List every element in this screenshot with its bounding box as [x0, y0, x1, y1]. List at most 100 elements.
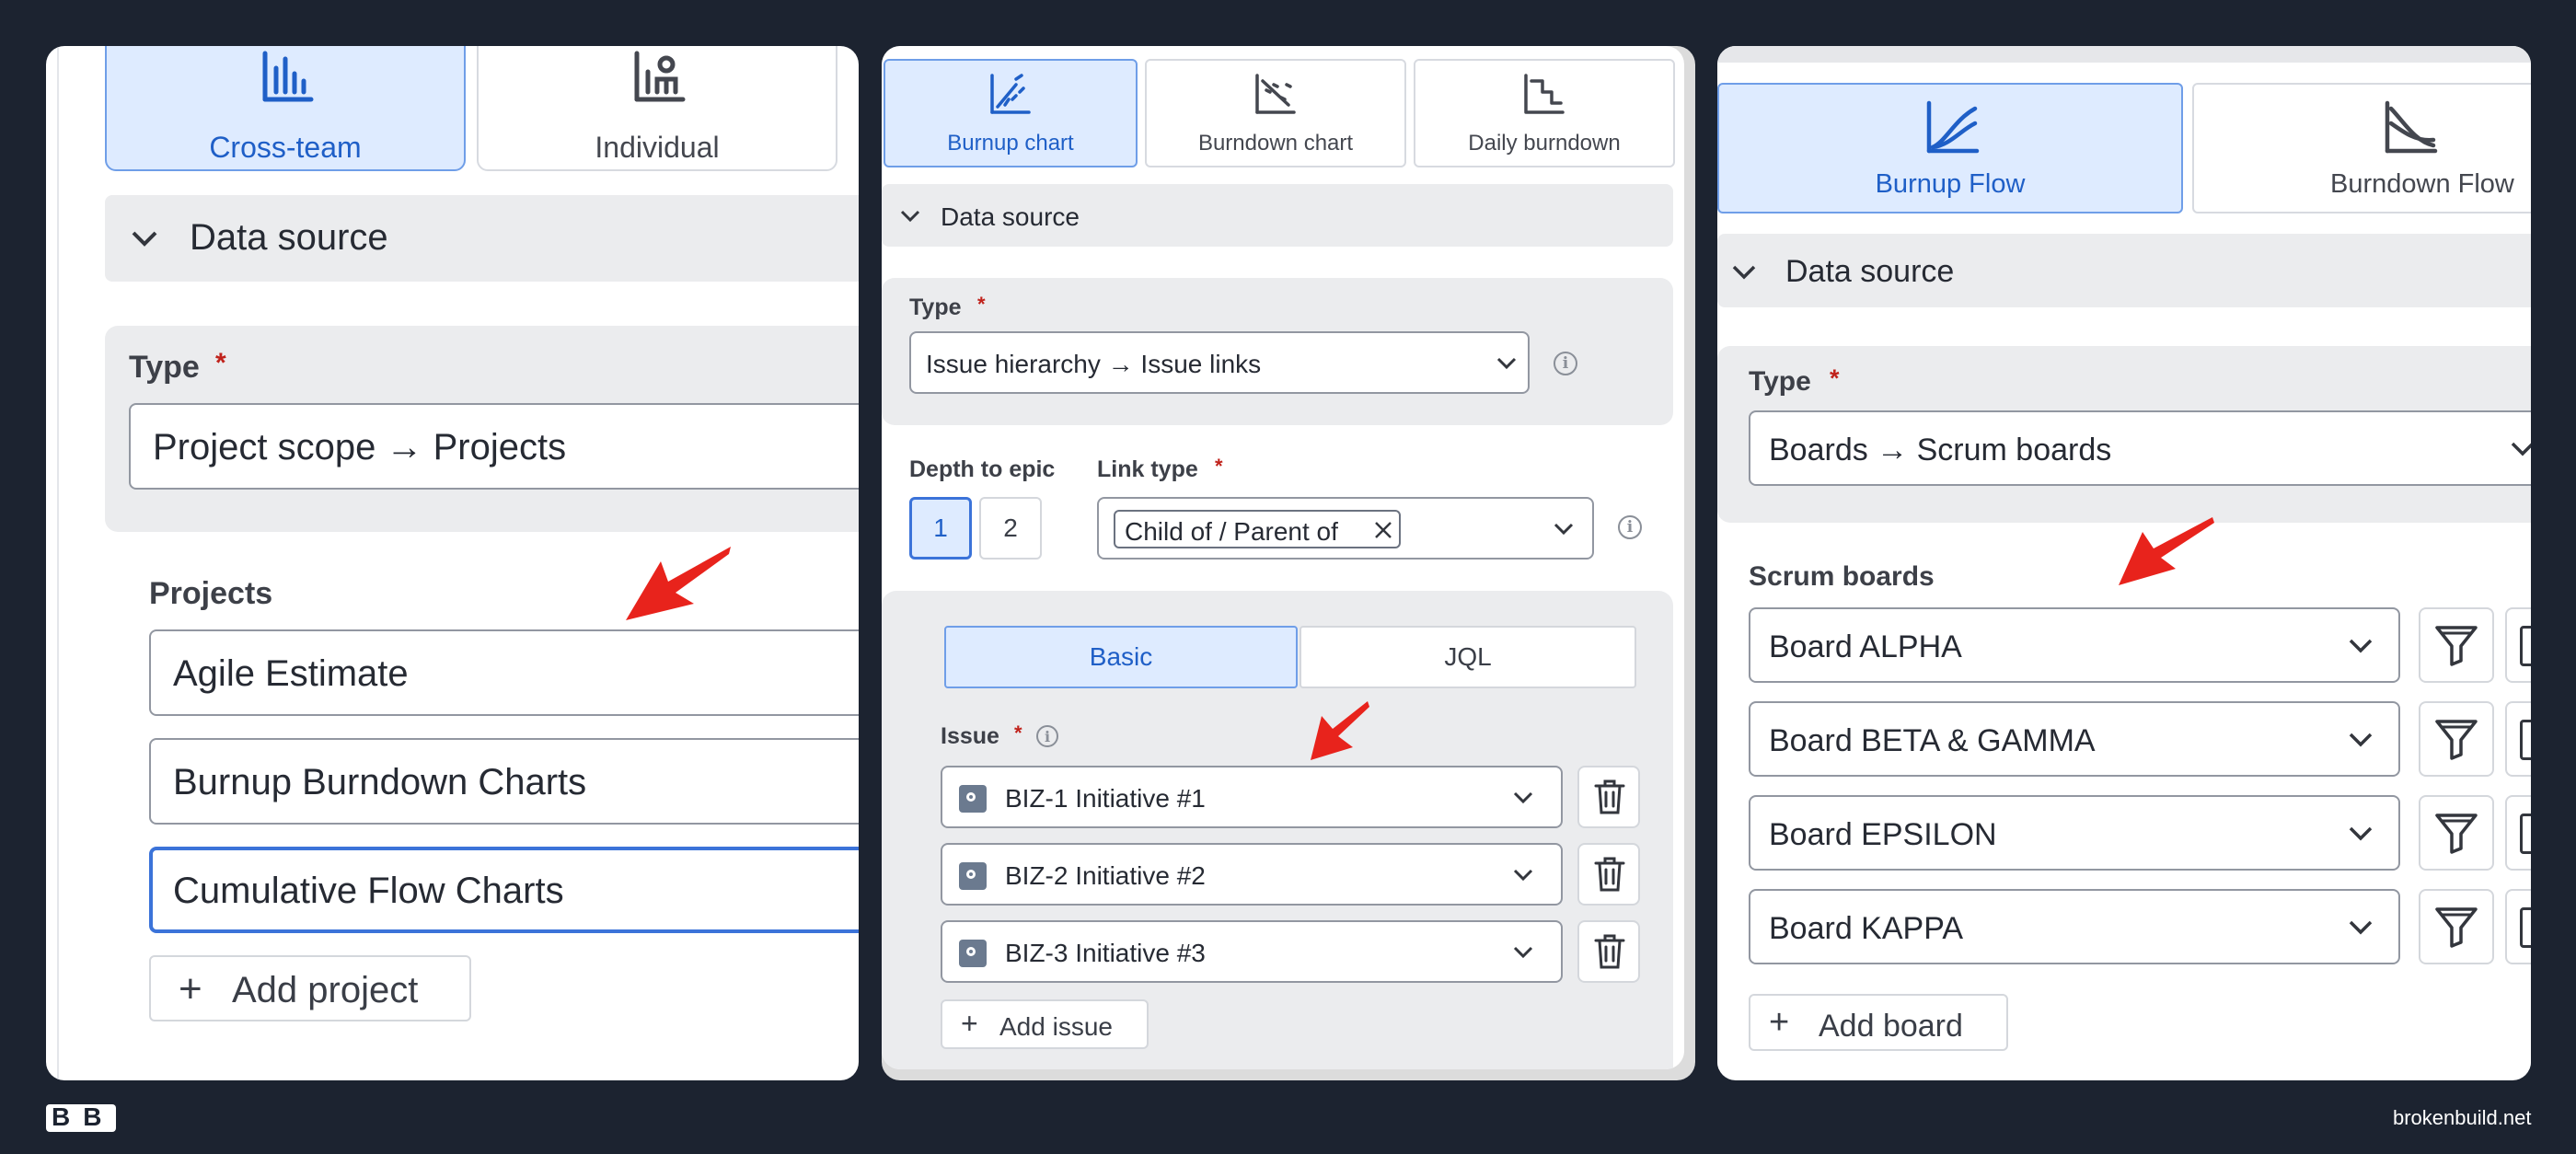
data-source-header[interactable]: Data source	[882, 184, 1673, 247]
more-button[interactable]	[2505, 701, 2531, 777]
burnup-panel: Burnup chart Burndown chart Daily burndo…	[882, 46, 1695, 1080]
type-select[interactable]: Project scope → Projects	[129, 403, 859, 490]
plus-icon: +	[179, 966, 202, 1011]
trash-icon	[1594, 934, 1625, 969]
chevron-down-icon	[1732, 265, 1756, 280]
type-label: Type	[1749, 366, 1811, 397]
tab-daily-burndown[interactable]: Daily burndown	[1414, 59, 1675, 167]
data-source-header[interactable]: Data source	[105, 195, 859, 282]
board-select[interactable]: Board EPSILON	[1749, 795, 2400, 871]
burnup-panel-content: Burnup chart Burndown chart Daily burndo…	[882, 46, 1684, 1069]
issue-select[interactable]: BIZ-2 Initiative #2	[941, 843, 1563, 906]
tab-jql[interactable]: JQL	[1300, 626, 1636, 688]
data-source-header[interactable]: Data source	[1717, 234, 2531, 307]
tab-burnup-flow[interactable]: Burnup Flow	[1717, 83, 2183, 213]
depth-value: 1	[933, 514, 948, 542]
add-issue-label: Add issue	[999, 1012, 1113, 1041]
filter-button[interactable]	[2419, 889, 2494, 964]
board-value: Board BETA & GAMMA	[1769, 723, 2096, 758]
issue-value: BIZ-3 Initiative #3	[1005, 939, 1206, 967]
issue-select[interactable]: BIZ-1 Initiative #1	[941, 766, 1563, 828]
type-box: Type * Issue hierarchy → Issue links i	[882, 278, 1673, 425]
link-type-label: Link type	[1097, 456, 1198, 482]
type-select[interactable]: Boards → Scrum boards	[1749, 410, 2531, 486]
depth-value: 2	[1003, 514, 1018, 542]
type-label: Type	[909, 294, 962, 320]
issue-value: BIZ-1 Initiative #1	[1005, 784, 1206, 813]
left-edge-divider	[57, 46, 59, 1080]
filter-button[interactable]	[2419, 795, 2494, 871]
depth-option-1[interactable]: 1	[909, 497, 972, 560]
project-value: Cumulative Flow Charts	[173, 871, 564, 911]
info-icon[interactable]: i	[1554, 352, 1577, 375]
type-value: Project scope → Projects	[153, 427, 567, 467]
chevron-down-icon	[2349, 920, 2373, 935]
filter-button[interactable]	[2419, 701, 2494, 777]
tab-label: Cross-team	[209, 131, 362, 164]
filter-icon	[2435, 814, 2478, 854]
type-select[interactable]: Issue hierarchy → Issue links	[909, 331, 1530, 394]
more-button[interactable]	[2505, 795, 2531, 871]
link-type-tag: Child of / Parent of	[1114, 510, 1401, 548]
chevron-down-icon	[1513, 946, 1533, 959]
add-board-button[interactable]: + Add board	[1749, 994, 2008, 1051]
type-value: Issue hierarchy → Issue links	[926, 350, 1262, 378]
issue-select[interactable]: BIZ-3 Initiative #3	[941, 920, 1563, 983]
board-select[interactable]: Board ALPHA	[1749, 607, 2400, 683]
site-url[interactable]: brokenbuild.net	[2393, 1106, 2531, 1130]
required-mark: *	[977, 293, 986, 316]
filter-button[interactable]	[2419, 607, 2494, 683]
calendar-icon	[2520, 626, 2531, 666]
add-board-label: Add board	[1819, 1009, 1963, 1044]
flow-panel: Burnup Flow Burndown Flow Data source Ty…	[1717, 46, 2531, 1080]
chevron-down-icon	[2349, 826, 2373, 841]
tab-label: Burndown Flow	[2330, 169, 2514, 199]
trash-icon	[1594, 857, 1625, 892]
board-select[interactable]: Board KAPPA	[1749, 889, 2400, 964]
chevron-down-icon	[132, 231, 157, 247]
filter-icon	[2435, 907, 2478, 948]
delete-issue-button[interactable]	[1577, 766, 1640, 828]
chevron-down-icon	[1496, 357, 1517, 370]
type-box: Type * Project scope → Projects	[105, 326, 859, 532]
depth-option-2[interactable]: 2	[979, 497, 1042, 560]
tab-label: JQL	[1444, 642, 1492, 671]
remove-tag-icon[interactable]	[1373, 520, 1393, 540]
tab-basic[interactable]: Basic	[944, 626, 1298, 688]
issue-box: Basic JQL Issue * i BIZ-1 Initiative #1 …	[882, 591, 1673, 1069]
tab-cross-team[interactable]: Cross-team	[105, 46, 466, 171]
board-value: Board ALPHA	[1769, 629, 1962, 664]
required-mark: *	[215, 348, 226, 378]
delete-issue-button[interactable]	[1577, 920, 1640, 983]
tab-individual[interactable]: Individual	[477, 46, 837, 171]
issue-value: BIZ-2 Initiative #2	[1005, 861, 1206, 890]
info-icon[interactable]: i	[1618, 515, 1642, 539]
type-box: Type * Boards → Scrum boards	[1717, 346, 2531, 523]
add-project-button[interactable]: + Add project	[149, 955, 471, 1021]
tab-label: Daily burndown	[1468, 131, 1621, 156]
tab-burndown-flow[interactable]: Burndown Flow	[2192, 83, 2531, 213]
project-select[interactable]: Burnup Burndown Charts	[149, 738, 859, 825]
burnup-chart-icon	[988, 72, 1033, 116]
tab-burnup-chart[interactable]: Burnup chart	[884, 59, 1138, 167]
person-chart-icon	[631, 50, 687, 105]
delete-issue-button[interactable]	[1577, 843, 1640, 906]
info-icon[interactable]: i	[1036, 725, 1058, 747]
bar-chart-icon	[260, 50, 315, 105]
more-button[interactable]	[2505, 607, 2531, 683]
project-select[interactable]: Cumulative Flow Charts	[149, 847, 859, 933]
add-issue-button[interactable]: + Add issue	[941, 999, 1149, 1049]
project-select[interactable]: Agile Estimate	[149, 629, 859, 716]
chevron-down-icon	[1513, 869, 1533, 882]
cross-team-panel: Cross-team Individual Data source Type *…	[46, 46, 859, 1080]
board-select[interactable]: Board BETA & GAMMA	[1749, 701, 2400, 777]
link-type-select[interactable]: Child of / Parent of	[1097, 497, 1594, 560]
daily-burndown-icon	[1522, 72, 1566, 116]
top-strip	[1717, 46, 2531, 63]
filter-icon	[2435, 720, 2478, 760]
calendar-icon	[2520, 907, 2531, 948]
chevron-down-icon	[2349, 733, 2373, 747]
tab-burndown-chart[interactable]: Burndown chart	[1145, 59, 1406, 167]
calendar-icon	[2520, 814, 2531, 854]
more-button[interactable]	[2505, 889, 2531, 964]
